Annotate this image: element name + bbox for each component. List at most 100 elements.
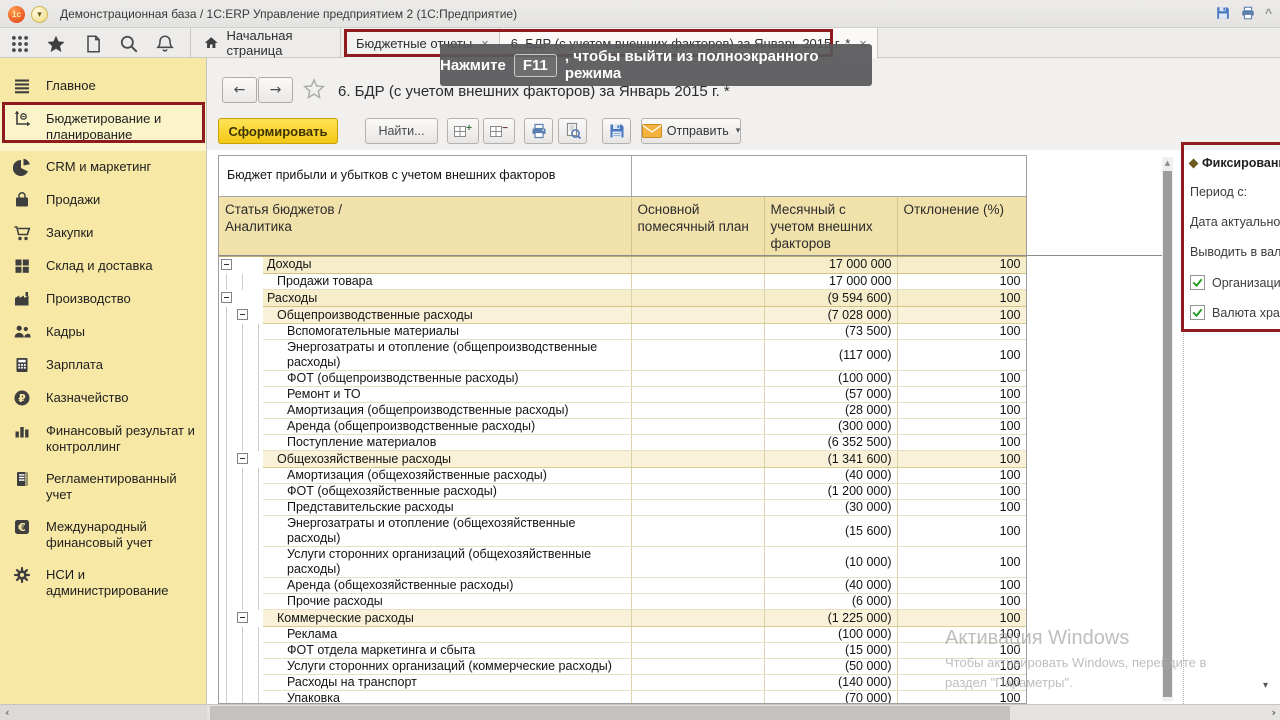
caption-empty-cell[interactable]	[631, 156, 1026, 196]
monthly-cell[interactable]: (1 200 000)	[764, 484, 897, 500]
panel-scroll-down-icon[interactable]: ▾	[1263, 680, 1268, 691]
sidebar-scrollbar[interactable]: ‹	[0, 704, 207, 720]
budget-item-cell[interactable]: Аренда (общехозяйственные расходы)	[263, 578, 631, 594]
budget-item-cell[interactable]: Общепроизводственные расходы	[263, 307, 631, 324]
collapse-groups-button[interactable]: −	[483, 118, 515, 144]
plan-cell[interactable]	[631, 627, 764, 643]
monthly-cell[interactable]: (15 000)	[764, 643, 897, 659]
add-to-favorites-star-icon[interactable]	[303, 78, 325, 100]
plan-cell[interactable]	[631, 484, 764, 500]
budget-item-cell[interactable]: ФОТ (общехозяйственные расходы)	[263, 484, 631, 500]
column-header-plan[interactable]: Основной помесячный план	[631, 196, 764, 256]
plan-cell[interactable]	[631, 274, 764, 290]
budget-item-cell[interactable]: ФОТ отдела маркетинга и сбыта	[263, 643, 631, 659]
budget-item-cell[interactable]: Энергозатраты и отопление (общехозяйстве…	[263, 516, 631, 547]
monthly-cell[interactable]: (10 000)	[764, 547, 897, 578]
sidebar-item[interactable]: Склад и доставка	[0, 250, 206, 283]
history-icon[interactable]	[83, 34, 103, 52]
deviation-cell[interactable]: 100	[897, 256, 1026, 274]
budget-item-cell[interactable]: Расходы	[263, 290, 631, 307]
plan-cell[interactable]	[631, 594, 764, 610]
deviation-cell[interactable]: 100	[897, 484, 1026, 500]
back-button[interactable]: ←	[222, 77, 257, 103]
deviation-cell[interactable]: 100	[897, 547, 1026, 578]
plan-cell[interactable]	[631, 691, 764, 705]
sidebar-item[interactable]: Зарплата	[0, 349, 206, 382]
sidebar-item[interactable]: €Международный финансовый учет	[0, 511, 206, 559]
sidebar-item[interactable]: Финансовый результат и контроллинг	[0, 415, 206, 463]
monthly-cell[interactable]: (40 000)	[764, 578, 897, 594]
system-menu-button[interactable]: ▾	[31, 6, 48, 23]
plan-cell[interactable]	[631, 451, 764, 468]
search-icon[interactable]	[119, 34, 139, 52]
budget-item-cell[interactable]: Реклама	[263, 627, 631, 643]
print-icon[interactable]	[1240, 5, 1256, 21]
collapse-group-button[interactable]	[237, 612, 248, 623]
collapse-group-button[interactable]	[221, 259, 232, 270]
budget-item-cell[interactable]: Энергозатраты и отопление (общепроизводс…	[263, 340, 631, 371]
monthly-cell[interactable]: (73 500)	[764, 324, 897, 340]
save-icon[interactable]	[1215, 5, 1231, 21]
plan-cell[interactable]	[631, 387, 764, 403]
deviation-cell[interactable]: 100	[897, 387, 1026, 403]
tools-grid-icon[interactable]	[10, 34, 30, 52]
monthly-cell[interactable]: (6 000)	[764, 594, 897, 610]
monthly-cell[interactable]: (15 600)	[764, 516, 897, 547]
monthly-cell[interactable]: 17 000 000	[764, 256, 897, 274]
forward-button[interactable]: →	[258, 77, 293, 103]
monthly-cell[interactable]: (70 000)	[764, 691, 897, 705]
monthly-cell[interactable]: (100 000)	[764, 627, 897, 643]
deviation-cell[interactable]: 100	[897, 307, 1026, 324]
table-vertical-scrollbar[interactable]: ▲	[1162, 157, 1173, 701]
tab-home[interactable]: Начальная страница	[191, 28, 341, 58]
collapse-window-icon[interactable]: ^	[1265, 6, 1272, 20]
horizontal-scrollbar-thumb[interactable]	[210, 706, 1010, 720]
plan-cell[interactable]	[631, 547, 764, 578]
budget-item-cell[interactable]: Расходы на транспорт	[263, 675, 631, 691]
collapse-group-button[interactable]	[221, 292, 232, 303]
deviation-cell[interactable]: 100	[897, 340, 1026, 371]
send-button[interactable]: Отправить ▾	[641, 118, 741, 144]
budget-item-cell[interactable]: Общехозяйственные расходы	[263, 451, 631, 468]
budget-item-cell[interactable]: Упаковка	[263, 691, 631, 705]
sidebar-item[interactable]: НСИ и администрирование	[0, 559, 206, 607]
monthly-cell[interactable]: 17 000 000	[764, 274, 897, 290]
notifications-bell-icon[interactable]	[155, 34, 175, 52]
plan-cell[interactable]	[631, 324, 764, 340]
plan-cell[interactable]	[631, 659, 764, 675]
collapse-group-button[interactable]	[237, 453, 248, 464]
sidebar-item[interactable]: Кадры	[0, 316, 206, 349]
column-header-deviation[interactable]: Отклонение (%)	[897, 196, 1026, 256]
plan-cell[interactable]	[631, 371, 764, 387]
scroll-up-icon[interactable]: ▲	[1162, 157, 1173, 169]
monthly-cell[interactable]: (1 341 600)	[764, 451, 897, 468]
print-preview-button[interactable]	[558, 118, 587, 144]
column-header-item[interactable]: Статья бюджетов / Аналитика	[219, 196, 631, 256]
deviation-cell[interactable]: 100	[897, 468, 1026, 484]
budget-item-cell[interactable]: Представительские расходы	[263, 500, 631, 516]
deviation-cell[interactable]: 100	[897, 578, 1026, 594]
monthly-cell[interactable]: (30 000)	[764, 500, 897, 516]
monthly-cell[interactable]: (6 352 500)	[764, 435, 897, 451]
expand-groups-button[interactable]: +	[447, 118, 479, 144]
sidebar-item[interactable]: Регламентированный учет	[0, 463, 206, 511]
sidebar-item[interactable]: ₽Казначейство	[0, 382, 206, 415]
budget-item-cell[interactable]: Поступление материалов	[263, 435, 631, 451]
budget-item-cell[interactable]: Прочие расходы	[263, 594, 631, 610]
budget-item-cell[interactable]: Доходы	[263, 256, 631, 274]
scroll-right-icon[interactable]: ›	[1271, 706, 1276, 719]
budget-item-cell[interactable]: Услуги сторонних организаций (коммерческ…	[263, 659, 631, 675]
favorites-star-icon[interactable]	[46, 34, 66, 52]
plan-cell[interactable]	[631, 578, 764, 594]
plan-cell[interactable]	[631, 435, 764, 451]
sidebar-item[interactable]: Главное	[0, 70, 206, 103]
plan-cell[interactable]	[631, 468, 764, 484]
deviation-cell[interactable]: 100	[897, 500, 1026, 516]
monthly-cell[interactable]: (100 000)	[764, 371, 897, 387]
plan-cell[interactable]	[631, 403, 764, 419]
budget-item-cell[interactable]: Услуги сторонних организаций (общехозяйс…	[263, 547, 631, 578]
budget-item-cell[interactable]: Амортизация (общепроизводственные расход…	[263, 403, 631, 419]
monthly-cell[interactable]: (117 000)	[764, 340, 897, 371]
sidebar-item[interactable]: Продажи	[0, 184, 206, 217]
table-horizontal-scrollbar[interactable]: ›	[207, 704, 1280, 720]
